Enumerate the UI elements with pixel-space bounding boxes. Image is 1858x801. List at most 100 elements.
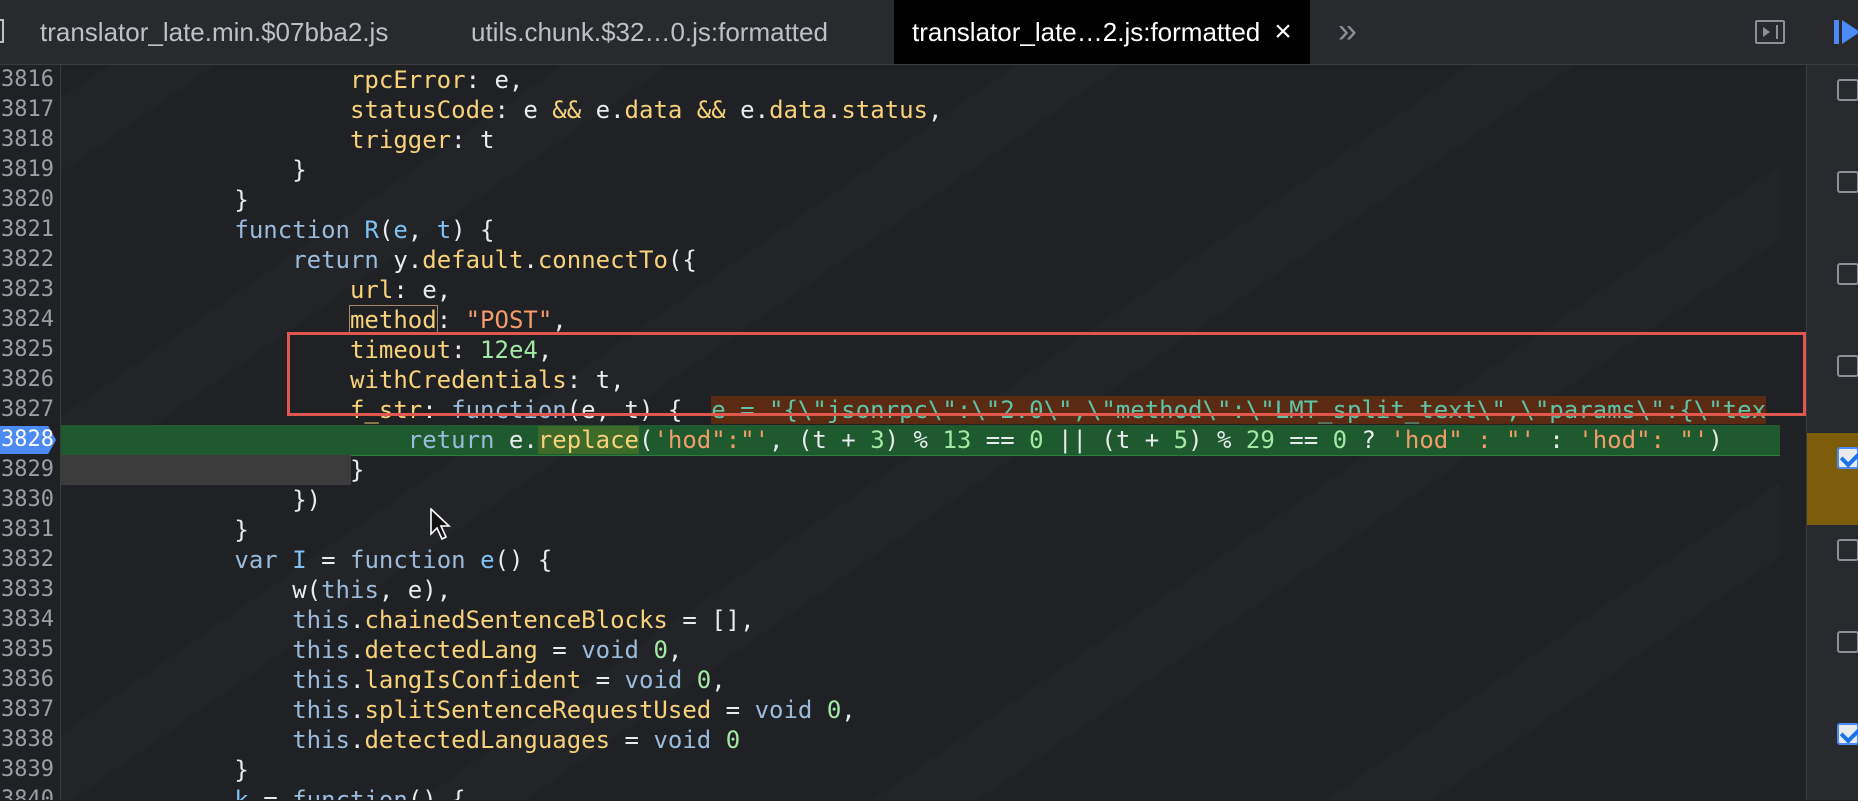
code-text: }) (292, 486, 322, 514)
code-line[interactable]: 3838 this.detectedLanguages = void 0 (0, 725, 1780, 755)
line-number[interactable]: 3821 (0, 215, 54, 245)
breakpoint-row[interactable] (1807, 525, 1858, 617)
breakpoint-row[interactable] (1807, 65, 1858, 157)
line-number[interactable]: 3835 (0, 635, 54, 665)
breakpoint-row[interactable] (1807, 341, 1858, 433)
paused-execution-line[interactable]: 3828 return e.replace('hod":"', (t + 3) … (0, 425, 1780, 456)
code-line[interactable]: 3831 } (0, 515, 1780, 545)
source-code-editor[interactable]: 3816 rpcError: e, 3817 statusCode: e && … (0, 65, 1780, 800)
tab-label: utils.chunk.$32…0.js:formatted (471, 17, 828, 47)
toggle-debugger-sidebar-icon[interactable] (1755, 20, 1785, 44)
breakpoint-checkbox[interactable] (1837, 447, 1858, 469)
code-text: } (61, 455, 364, 485)
line-number[interactable]: 3828 (0, 425, 54, 455)
code-line[interactable]: 3832 var I = function e() { (0, 545, 1780, 575)
line-number[interactable]: 3834 (0, 605, 54, 635)
code-text: rpcError: e, (349, 66, 524, 94)
close-tab-icon[interactable]: × (1274, 15, 1292, 48)
code-text: , k = function() { (205, 786, 466, 800)
line-number[interactable]: 3838 (0, 725, 54, 755)
breakpoint-row[interactable] (1807, 617, 1858, 709)
code-line[interactable]: 3820 } (0, 185, 1780, 215)
line-number[interactable]: 3840 (0, 785, 54, 800)
code-text: withCredentials: t, (349, 366, 625, 394)
line-number[interactable]: 3825 (0, 335, 54, 365)
line-number[interactable]: 3833 (0, 575, 54, 605)
line-number[interactable]: 3836 (0, 665, 54, 695)
line-number[interactable]: 3837 (0, 695, 54, 725)
code-line[interactable]: 3830 }) (0, 485, 1780, 515)
line-number[interactable]: 3816 (0, 65, 54, 95)
code-text: return e.replace('hod":"', (t + 3) % 13 … (61, 425, 1780, 456)
code-line[interactable]: 3823 url: e, (0, 275, 1780, 305)
line-number[interactable]: 3823 (0, 275, 54, 305)
tab-translator-late-formatted[interactable]: translator_late…2.js:formatted × (894, 0, 1310, 64)
breakpoint-checkbox[interactable] (1837, 79, 1858, 101)
code-text: return y.default.connectTo({ (292, 246, 697, 274)
file-navigator-icon[interactable] (0, 19, 4, 43)
inline-variable-value[interactable]: e = "{\"jsonrpc\":\"2.0\",\"method\":\"L… (711, 396, 1767, 424)
line-number[interactable]: 3831 (0, 515, 54, 545)
code-line[interactable]: 3819 } (0, 155, 1780, 185)
code-line[interactable]: 3825 timeout: 12e4, (0, 335, 1780, 365)
breakpoint-checkbox[interactable] (1837, 539, 1858, 561)
line-number[interactable]: 3822 (0, 245, 54, 275)
line-number[interactable]: 3830 (0, 485, 54, 515)
breakpoint-checkbox[interactable] (1837, 263, 1858, 285)
line-number[interactable]: 3820 (0, 185, 54, 215)
code-line[interactable]: 3826 withCredentials: t, (0, 365, 1780, 395)
code-text: } (234, 516, 249, 544)
line-number[interactable]: 3832 (0, 545, 54, 575)
breakpoint-row[interactable] (1807, 249, 1858, 341)
code-text: url: e, (349, 276, 452, 304)
more-tabs-chevron-icon[interactable]: » (1338, 0, 1357, 64)
resume-script-icon[interactable] (1834, 18, 1858, 46)
code-text: statusCode: e && e.data && e.data.status… (349, 96, 943, 124)
code-text: this.detectedLanguages = void 0 (292, 726, 741, 754)
breakpoint-checkbox[interactable] (1837, 723, 1858, 745)
mouse-pointer-icon (430, 508, 452, 541)
code-line[interactable]: 3839 } (0, 755, 1780, 785)
breakpoint-row[interactable] (1807, 709, 1858, 801)
line-number[interactable]: 3817 (0, 95, 54, 125)
line-number[interactable]: 3839 (0, 755, 54, 785)
line-number[interactable]: 3826 (0, 365, 54, 395)
line-number[interactable]: 3819 (0, 155, 54, 185)
code-text: } (292, 156, 307, 184)
code-line[interactable]: 3835 this.detectedLang = void 0, (0, 635, 1780, 665)
code-line[interactable]: 3824 method: "POST", (0, 305, 1780, 335)
code-line[interactable]: 3816 rpcError: e, (0, 65, 1780, 95)
breakpoint-row-active[interactable] (1807, 433, 1858, 525)
line-number[interactable]: 3824 (0, 305, 54, 335)
breakpoint-checkbox[interactable] (1837, 355, 1858, 377)
code-text: this.langIsConfident = void 0, (292, 666, 726, 694)
code-line[interactable]: 3822 return y.default.connectTo({ (0, 245, 1780, 275)
code-line[interactable]: 3817 statusCode: e && e.data && e.data.s… (0, 95, 1780, 125)
code-line[interactable]: 3821 function R(e, t) { (0, 215, 1780, 245)
breakpoint-row[interactable] (1807, 157, 1858, 249)
line-number[interactable]: 3829 (0, 455, 54, 485)
tab-translator-late-min[interactable]: translator_late.min.$07bba2.js (40, 0, 388, 64)
code-line[interactable]: 3834 this.chainedSentenceBlocks = [], (0, 605, 1780, 635)
code-text: var I = function e() { (234, 546, 553, 574)
breakpoint-checkbox[interactable] (1837, 631, 1858, 653)
code-line[interactable]: 3829 } (0, 455, 1780, 485)
code-text: function R(e, t) { (234, 216, 495, 244)
code-text: this.splitSentenceRequestUsed = void 0, (292, 696, 856, 724)
code-line[interactable]: 3837 this.splitSentenceRequestUsed = voi… (0, 695, 1780, 725)
code-text: w(this, e), (292, 576, 452, 604)
code-line[interactable]: 3833 w(this, e), (0, 575, 1780, 605)
breakpoint-checkbox[interactable] (1837, 171, 1858, 193)
line-number[interactable]: 3827 (0, 395, 54, 425)
debugger-sidebar (1806, 65, 1858, 800)
code-line[interactable]: 3818 trigger: t (0, 125, 1780, 155)
code-line[interactable]: 3827 f_str: function(e, t) { e = "{\"jso… (0, 395, 1780, 425)
tab-utils-chunk-formatted[interactable]: utils.chunk.$32…0.js:formatted (471, 0, 828, 64)
code-text: } (234, 186, 249, 214)
code-line[interactable]: 3840 , k = function() { (0, 785, 1780, 800)
line-number[interactable]: 3818 (0, 125, 54, 155)
tab-label: translator_late…2.js:formatted (912, 17, 1261, 47)
code-line[interactable]: 3836 this.langIsConfident = void 0, (0, 665, 1780, 695)
editor-tab-bar: translator_late.min.$07bba2.js utils.chu… (0, 0, 1858, 65)
code-text: timeout: 12e4, (349, 336, 553, 364)
